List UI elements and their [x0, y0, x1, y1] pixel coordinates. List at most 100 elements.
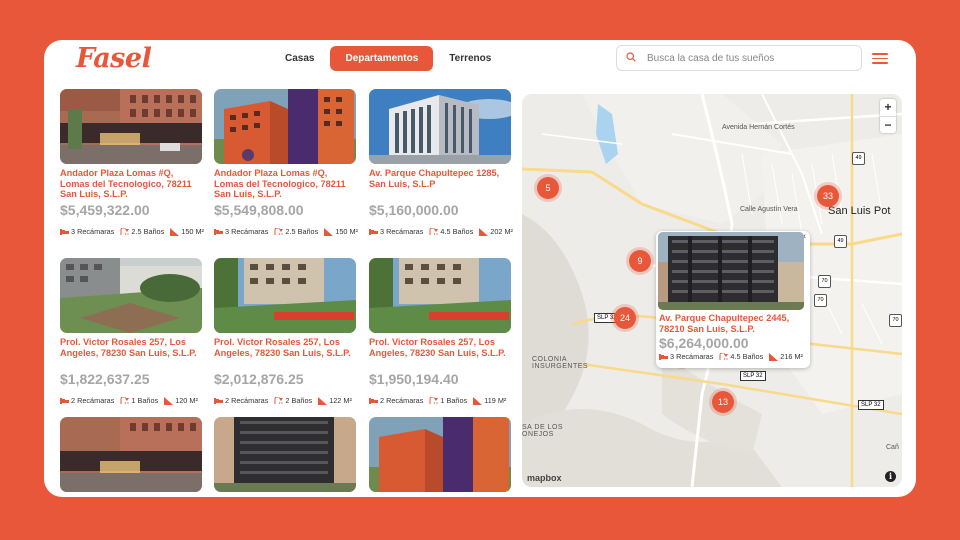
listing-price: $5,459,322.00 — [60, 202, 150, 218]
map-view[interactable]: Avenida Hernán Cortés Calle Agustín Vera… — [522, 94, 902, 487]
listing-title[interactable]: Prol. Victor Rosales 257, Los Angeles, 7… — [60, 337, 202, 368]
listing-price: $2,012,876.25 — [214, 371, 304, 387]
map-cluster-marker[interactable]: 33 — [817, 185, 839, 207]
bed-icon — [659, 353, 668, 360]
tab-casas[interactable]: Casas — [269, 46, 330, 71]
bed-icon — [369, 228, 378, 235]
highway-shield: SLP 32 — [740, 371, 766, 381]
bedrooms-text: 3 Recámaras — [670, 352, 714, 361]
listing-card[interactable]: Av. Parque Chapultepec 1285, San Luis, S… — [369, 89, 513, 236]
listing-features: 2 Recámaras 1 Baños 120 M² — [60, 396, 202, 405]
area-text: 202 M² — [490, 227, 513, 236]
listing-photo[interactable] — [60, 258, 202, 333]
bathrooms-text: 2 Baños — [285, 396, 313, 405]
listing-title[interactable]: Av. Parque Chapultepec 1285, San Luis, S… — [369, 168, 511, 199]
shower-icon — [719, 352, 729, 360]
mapbox-logo[interactable]: mapbox — [527, 473, 562, 483]
map-label-street: Avenida Hernán Cortés — [722, 124, 795, 131]
popup-photo[interactable] — [658, 232, 804, 310]
map-cluster-marker[interactable]: 13 — [712, 391, 734, 413]
bathrooms-text: 1 Baños — [440, 396, 468, 405]
bedrooms-text: 3 Recámaras — [380, 227, 424, 236]
shower-icon — [429, 227, 439, 235]
map-cluster-marker[interactable]: 5 — [537, 177, 559, 199]
listing-title[interactable]: Andador Plaza Lomas #Q, Lomas del Tecnol… — [60, 168, 202, 199]
bed-icon — [369, 397, 378, 404]
app-window: Fasel Casas Departamentos Terrenos Busca… — [44, 40, 916, 497]
area-text: 216 M² — [780, 352, 803, 361]
listing-price: $5,160,000.00 — [369, 202, 459, 218]
listing-photo[interactable] — [369, 417, 511, 492]
listing-card[interactable]: Prol. Victor Rosales 257, Los Angeles, 7… — [60, 258, 202, 405]
bathrooms-text: 1 Baños — [131, 396, 159, 405]
bed-icon — [214, 228, 223, 235]
popup-price: $6,264,000.00 — [659, 335, 749, 351]
listings-grid: Andador Plaza Lomas #Q, Lomas del Tecnol… — [44, 88, 514, 497]
listing-card[interactable]: Andador Plaza Lomas #Q, Lomas del Tecnol… — [214, 89, 358, 236]
listing-photo[interactable] — [369, 89, 511, 164]
listing-card[interactable] — [60, 417, 202, 492]
bedrooms-text: 2 Recámaras — [225, 396, 269, 405]
listing-photo[interactable] — [214, 417, 356, 492]
listing-photo[interactable] — [369, 258, 511, 333]
fasel-logo[interactable]: Fasel — [76, 43, 152, 74]
listing-card[interactable]: Andador Plaza Lomas #Q, Lomas del Tecnol… — [60, 89, 204, 236]
listing-features: 3 Recámaras 4.5 Baños 202 M² — [369, 227, 513, 236]
map-cluster-marker[interactable]: 9 — [629, 250, 651, 272]
map-listing-popup[interactable]: × Av. Parque Chapultepec 2445, 78210 San… — [656, 231, 810, 368]
map-zoom-control: + − — [880, 99, 896, 133]
listing-photo[interactable] — [60, 417, 202, 492]
search-icon — [626, 52, 636, 62]
tab-terrenos[interactable]: Terrenos — [433, 46, 507, 71]
bathrooms-text: 2.5 Baños — [131, 227, 165, 236]
area-icon — [769, 352, 779, 361]
listing-title[interactable]: Prol. Victor Rosales 257, Los Angeles, 7… — [369, 337, 511, 368]
map-label-colonia: COLONIA INSURGENTES — [532, 356, 589, 370]
listing-card[interactable]: Prol. Victor Rosales 257, Los Angeles, 7… — [369, 258, 511, 405]
popup-features: 3 Recámaras 4.5 Baños 216 M² — [659, 352, 809, 361]
shower-icon — [429, 396, 439, 404]
listing-title[interactable]: Andador Plaza Lomas #Q, Lomas del Tecnol… — [214, 168, 356, 199]
listing-card[interactable]: Prol. Victor Rosales 257, Los Angeles, 7… — [214, 258, 356, 405]
bedrooms-text: 2 Recámaras — [71, 396, 115, 405]
shower-icon — [274, 227, 284, 235]
bathrooms-text: 4.5 Baños — [440, 227, 474, 236]
search-input[interactable]: Busca la casa de tus sueños — [647, 53, 774, 64]
zoom-in-button[interactable]: + — [880, 99, 896, 117]
area-text: 150 M² — [181, 227, 204, 236]
listing-card[interactable] — [369, 417, 511, 492]
listing-features: 3 Recámaras 2.5 Baños 150 M² — [60, 227, 204, 236]
highway-marker: 70 — [814, 294, 827, 307]
bedrooms-text: 3 Recámaras — [225, 227, 269, 236]
hamburger-menu-icon[interactable] — [872, 53, 888, 65]
area-text: 122 M² — [329, 396, 352, 405]
listing-photo[interactable] — [214, 89, 356, 164]
bathrooms-text: 4.5 Baños — [730, 352, 764, 361]
tab-departamentos[interactable]: Departamentos — [330, 46, 434, 71]
area-icon — [170, 227, 180, 236]
search-bar[interactable]: Busca la casa de tus sueños — [616, 45, 862, 71]
shower-icon — [274, 396, 284, 404]
highway-marker: 70 — [889, 314, 902, 327]
area-icon — [473, 396, 483, 405]
listing-price: $1,950,194.40 — [369, 371, 459, 387]
listing-photo[interactable] — [214, 258, 356, 333]
area-text: 120 M² — [175, 396, 198, 405]
listing-card[interactable] — [214, 417, 356, 492]
area-text: 150 M² — [335, 227, 358, 236]
zoom-out-button[interactable]: − — [880, 117, 896, 134]
listing-title[interactable]: Prol. Victor Rosales 257, Los Angeles, 7… — [214, 337, 356, 368]
bedrooms-text: 2 Recámaras — [380, 396, 424, 405]
bed-icon — [214, 397, 223, 404]
bathrooms-text: 2.5 Baños — [285, 227, 319, 236]
highway-marker: 70 — [818, 275, 831, 288]
popup-title[interactable]: Av. Parque Chapultepec 2445, 78210 San L… — [659, 313, 809, 334]
listing-price: $1,822,637.25 — [60, 371, 150, 387]
listing-price: $5,549,808.00 — [214, 202, 304, 218]
area-icon — [318, 396, 328, 405]
info-icon[interactable]: i — [885, 471, 896, 482]
listing-photo[interactable] — [60, 89, 202, 164]
area-text: 119 M² — [484, 396, 507, 405]
shower-icon — [120, 396, 130, 404]
map-cluster-marker[interactable]: 24 — [614, 307, 636, 329]
